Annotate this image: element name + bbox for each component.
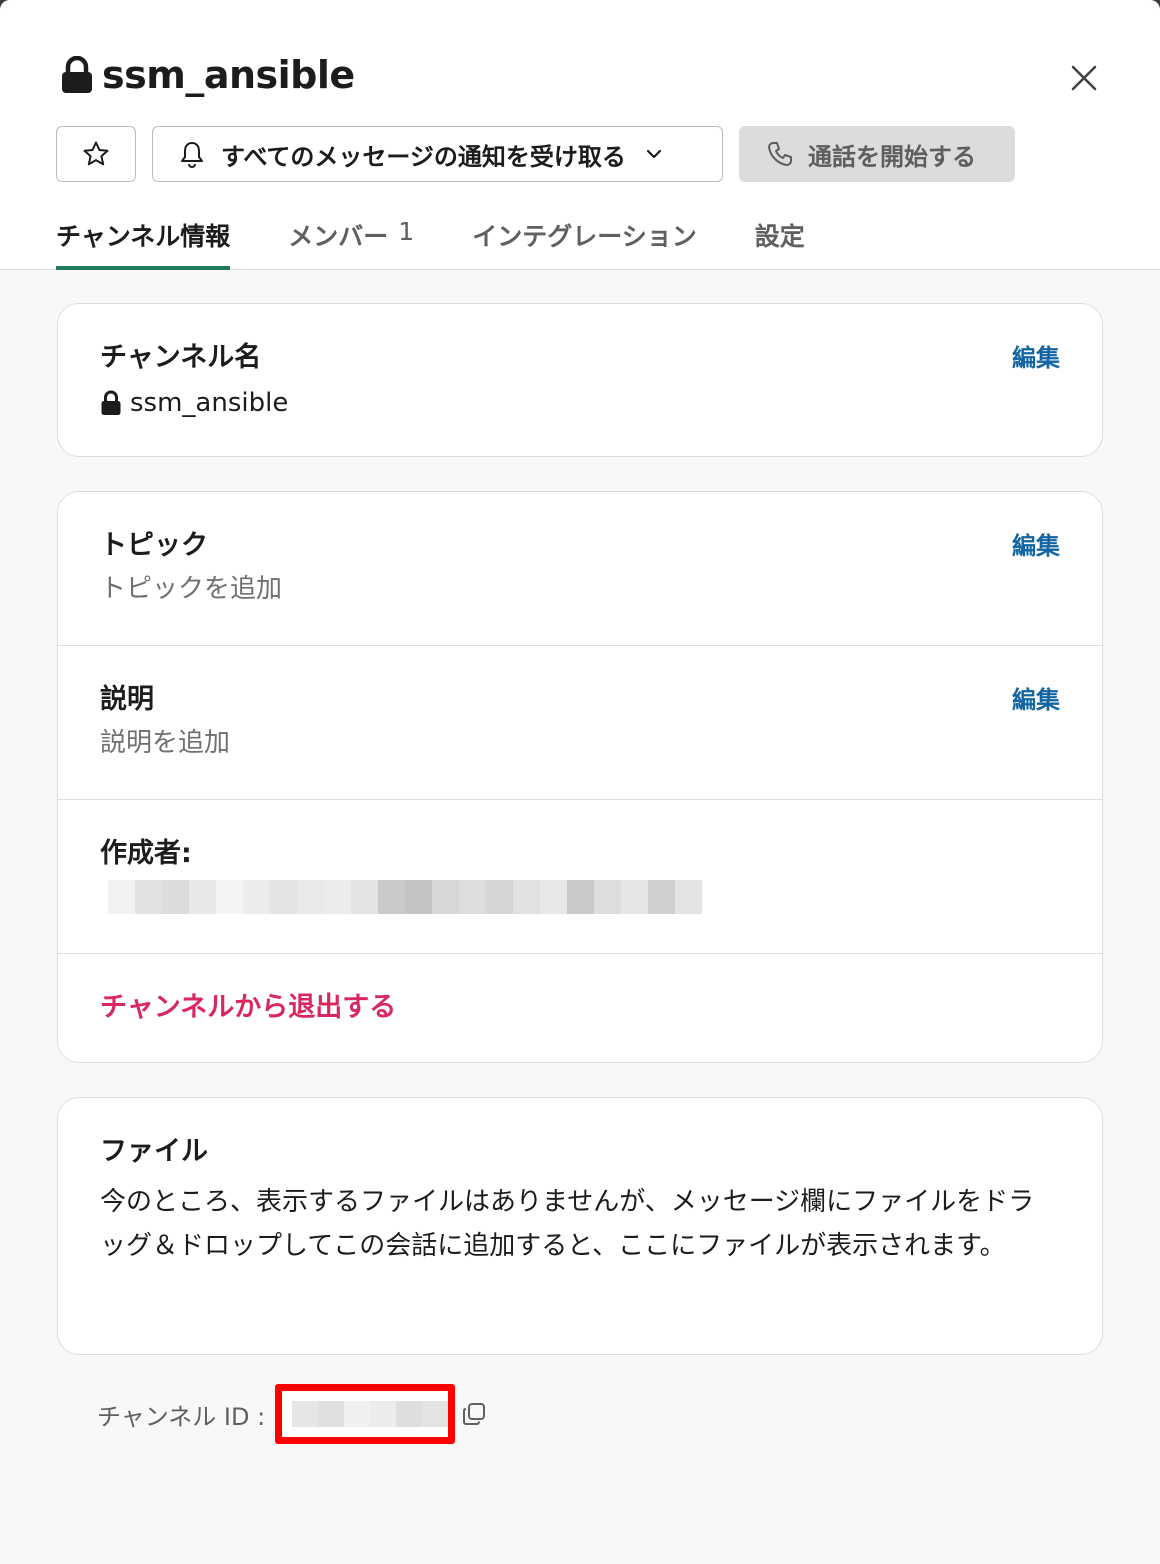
channel-id-label: チャンネル ID :	[97, 1402, 266, 1431]
channel-name-text: ssm_ansible	[130, 388, 289, 418]
close-icon	[1071, 65, 1097, 91]
lock-icon	[100, 390, 122, 416]
tab-label: メンバー	[288, 222, 389, 251]
phone-icon	[768, 142, 792, 166]
topic-section[interactable]: トピック トピックを追加 編集	[58, 492, 1102, 646]
notification-label: すべてのメッセージの通知を受け取る	[221, 142, 626, 171]
leave-section: チャンネルから退出する	[58, 954, 1102, 1062]
tab-label: 設定	[754, 222, 805, 251]
description-placeholder: 説明を追加	[100, 728, 231, 758]
start-call-label: 通話を開始する	[808, 142, 976, 171]
tab-integrations[interactable]: インテグレーション	[472, 205, 697, 270]
files-card: ファイル 今のところ、表示するファイルはありませんが、メッセージ欄にファイルをド…	[57, 1097, 1103, 1355]
channel-id-value-highlight[interactable]	[275, 1384, 456, 1444]
details-card: トピック トピックを追加 編集 説明 説明を追加 編集 作成者: チャンネルから…	[57, 491, 1103, 1063]
section-title: 説明	[100, 684, 154, 715]
notification-dropdown[interactable]: すべてのメッセージの通知を受け取る	[152, 126, 723, 182]
channel-name-section: チャンネル名 ssm_ansible 編集	[58, 304, 1102, 422]
section-title: 作成者:	[100, 838, 192, 869]
channel-name-value: ssm_ansible	[100, 384, 1060, 422]
leave-channel-button[interactable]: チャンネルから退出する	[100, 990, 1060, 1026]
files-section: ファイル 今のところ、表示するファイルはありませんが、メッセージ欄にファイルをド…	[58, 1098, 1102, 1268]
section-title: ファイル	[100, 1136, 208, 1167]
tab-settings[interactable]: 設定	[755, 205, 805, 270]
edit-topic-link[interactable]: 編集	[1012, 526, 1060, 561]
close-button[interactable]	[1062, 58, 1106, 98]
member-count: 1	[398, 217, 415, 246]
start-call-button[interactable]: 通話を開始する	[739, 126, 1015, 182]
channel-id-row: チャンネル ID :	[97, 1384, 487, 1444]
lock-icon	[60, 56, 94, 94]
channel-title: ssm_ansible	[102, 53, 355, 97]
channel-details-modal: ssm_ansible すべてのメッセージの通知を受け取る 通話を開始する チャ…	[0, 0, 1160, 1564]
creator-section: 作成者:	[58, 800, 1102, 954]
star-button[interactable]	[56, 126, 136, 182]
section-title: トピック	[100, 530, 208, 561]
tab-label: チャンネル情報	[56, 222, 231, 251]
page-title: ssm_ansible	[60, 50, 355, 100]
edit-channel-name-link[interactable]: 編集	[1012, 338, 1060, 373]
section-title: チャンネル名	[100, 342, 262, 373]
tab-channel-info[interactable]: チャンネル情報	[56, 205, 231, 270]
channel-name-card[interactable]: チャンネル名 ssm_ansible 編集	[57, 303, 1103, 457]
bell-icon	[181, 142, 203, 168]
topic-placeholder: トピックを追加	[100, 574, 283, 604]
edit-description-link[interactable]: 編集	[1012, 680, 1060, 715]
modal-header: ssm_ansible すべてのメッセージの通知を受け取る 通話を開始する チャ…	[0, 0, 1160, 270]
copy-icon[interactable]	[461, 1401, 487, 1427]
star-icon	[83, 141, 109, 166]
redacted-creator-name	[108, 880, 1060, 914]
files-empty-text: 今のところ、表示するファイルはありませんが、メッセージ欄にファイルをドラッグ＆ド…	[100, 1187, 1035, 1261]
tab-members[interactable]: メンバー 1	[288, 205, 414, 270]
tab-label: インテグレーション	[472, 222, 697, 251]
description-section[interactable]: 説明 説明を追加 編集	[58, 646, 1102, 800]
chevron-down-icon	[646, 149, 661, 159]
tab-bar: チャンネル情報 メンバー 1 インテグレーション 設定	[56, 205, 863, 270]
